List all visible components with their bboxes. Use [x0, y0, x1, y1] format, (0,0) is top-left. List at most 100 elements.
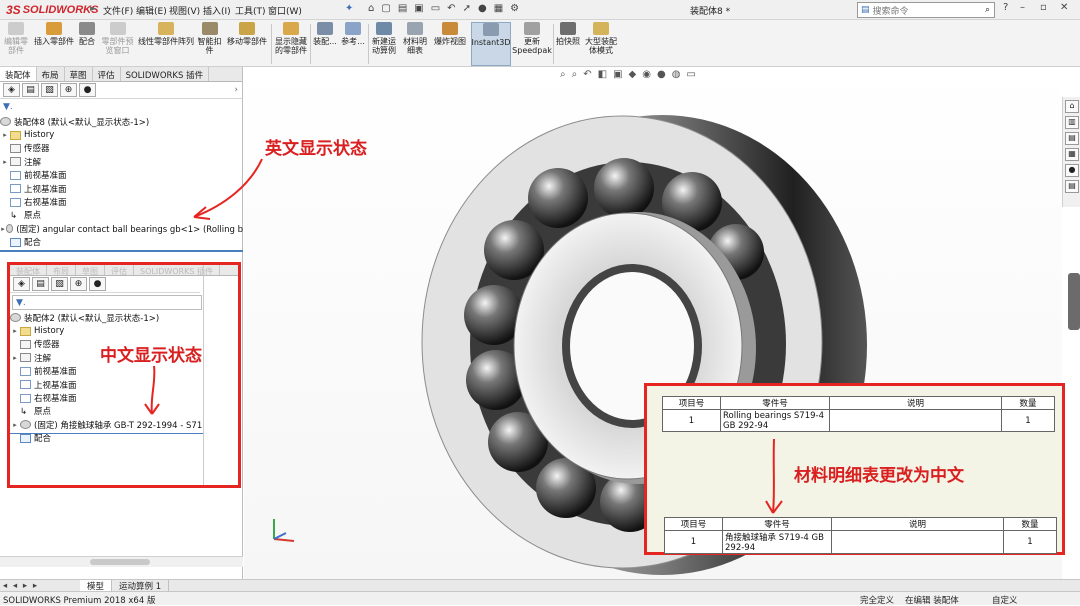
tree-item-history[interactable]: ▸ History — [0, 128, 243, 141]
solidworks-logo[interactable]: 3S SOLIDWORKS — [6, 2, 98, 18]
next-tab-icon[interactable]: ▸ — [20, 581, 30, 591]
display-manager-icon[interactable]: ● — [89, 277, 106, 291]
close-button[interactable]: ✕ — [1060, 2, 1068, 13]
last-tab-icon[interactable]: ▸ — [30, 581, 40, 591]
reference-geometry-button[interactable]: 参考... — [340, 22, 366, 66]
new-icon[interactable]: ▢ — [381, 3, 390, 14]
linear-pattern-button[interactable]: 线性零部件阵列 — [137, 22, 195, 66]
bill-of-materials-button[interactable]: 材料明 细表 — [401, 22, 429, 66]
expand-arrow-icon[interactable]: › — [234, 85, 238, 95]
new-motion-study-button[interactable]: 新建运 动算例 — [370, 22, 398, 66]
tab-assembly[interactable]: 装配体 — [0, 67, 37, 81]
view-settings-icon[interactable]: ▭ — [686, 69, 695, 80]
tree-root[interactable]: 装配体8 (默认<默认_显示状态-1>) — [0, 115, 243, 128]
menu-tools[interactable]: 工具(T) — [235, 4, 266, 17]
expand-icon[interactable]: ▸ — [10, 354, 20, 362]
assembly-features-button[interactable]: 装配... — [312, 22, 338, 66]
feature-manager-icon[interactable]: ◈ — [3, 83, 20, 97]
tab-motion-study[interactable]: 运动算例 1 — [112, 579, 170, 592]
file-properties-icon[interactable]: ▦ — [494, 3, 503, 14]
tree-item-sensors[interactable]: 传感器 — [0, 142, 243, 155]
rebuild-icon[interactable]: ● — [478, 3, 487, 14]
property-manager-icon[interactable]: ▤ — [22, 83, 39, 97]
large-assembly-mode-button[interactable]: 大型装配 体模式 — [583, 22, 619, 66]
section-view-icon[interactable]: ◧ — [598, 69, 607, 80]
first-tab-icon[interactable]: ◂ — [0, 581, 10, 591]
menu-window[interactable]: 窗口(W) — [268, 4, 302, 17]
open-icon[interactable]: ▤ — [398, 3, 407, 14]
expand-icon[interactable]: ▸ — [0, 158, 10, 166]
status-units[interactable]: 自定义 — [992, 594, 1018, 606]
bom-table-chinese[interactable]: 项目号 零件号 说明 数量 1 角接触球轴承 S719-4 GB 292-94 … — [664, 517, 1057, 554]
tree-filter[interactable]: ▼. — [0, 99, 242, 114]
tab-model[interactable]: 模型 — [80, 579, 113, 592]
show-hidden-components-button[interactable]: 显示隐藏 的零部件 — [274, 22, 308, 66]
scroll-thumb[interactable] — [90, 559, 150, 565]
custom-properties-icon[interactable]: ▤ — [1065, 180, 1079, 193]
previous-view-icon[interactable]: ↶ — [583, 69, 591, 80]
tree-split-divider[interactable] — [0, 250, 243, 252]
exploded-view-button[interactable]: 爆炸视图 — [431, 22, 469, 66]
select-icon[interactable]: ➚ — [463, 3, 471, 14]
tree-filter[interactable]: ▼. — [12, 295, 202, 310]
smart-fasteners-button[interactable]: 智能扣 件 — [197, 22, 222, 66]
view-orientation-icon[interactable]: ▣ — [613, 69, 622, 80]
task-pane-handle[interactable] — [1068, 273, 1080, 330]
expand-icon[interactable]: ▸ — [10, 327, 20, 335]
view-palette-icon[interactable]: ▦ — [1065, 148, 1079, 161]
file-explorer-icon[interactable]: ▤ — [1065, 132, 1079, 145]
horizontal-scrollbar[interactable] — [0, 556, 243, 567]
tab-sketch[interactable]: 草图 — [65, 67, 93, 81]
dimxpert-icon[interactable]: ⊕ — [70, 277, 87, 291]
home-icon[interactable]: ⌂ — [1065, 100, 1079, 113]
tab-evaluate[interactable]: 评估 — [93, 67, 121, 81]
bom-table-english[interactable]: 项目号 零件号 说明 数量 1 Rolling bearings S719-4 … — [662, 396, 1055, 432]
save-icon[interactable]: ▣ — [414, 3, 423, 14]
tab-addins[interactable]: SOLIDWORKS 插件 — [121, 67, 210, 81]
zoom-to-fit-icon[interactable]: ⌕ — [560, 69, 566, 80]
hide-show-items-icon[interactable]: ◉ — [642, 69, 651, 80]
display-manager-icon[interactable]: ● — [79, 83, 96, 97]
menu-expand-icon[interactable]: ► — [90, 4, 97, 14]
expand-icon[interactable]: ▸ — [10, 421, 20, 429]
prev-tab-icon[interactable]: ◂ — [10, 581, 20, 591]
component-preview-button[interactable]: 零部件预 览窗口 — [101, 22, 134, 66]
minimize-button[interactable]: – — [1020, 2, 1025, 13]
edit-appearance-icon[interactable]: ● — [657, 69, 666, 80]
search-commands-field[interactable]: ▤ 搜索命令 ⌕ — [857, 2, 995, 18]
instant3d-button[interactable]: Instant3D — [471, 22, 511, 66]
configuration-manager-icon[interactable]: ▧ — [41, 83, 58, 97]
menu-edit[interactable]: 编辑(E) — [136, 4, 167, 17]
display-style-icon[interactable]: ◆ — [629, 69, 637, 80]
zoom-to-area-icon[interactable]: ⌕ — [572, 69, 578, 80]
tab-assembly[interactable]: 装配体 — [10, 265, 47, 276]
appearances-icon[interactable]: ● — [1065, 164, 1079, 177]
feature-manager-icon[interactable]: ◈ — [13, 277, 30, 291]
mate-button[interactable]: 配合 — [77, 22, 97, 66]
configuration-manager-icon[interactable]: ▧ — [51, 277, 68, 291]
insert-component-button[interactable]: 插入零部件 — [33, 22, 75, 66]
menu-insert[interactable]: 插入(I) — [203, 4, 231, 17]
tab-sketch[interactable]: 草图 — [76, 265, 105, 276]
restore-button[interactable]: ▫ — [1040, 2, 1047, 13]
search-icon[interactable]: ⌕ — [985, 5, 990, 15]
edit-component-button[interactable]: 编辑零 部件 — [3, 22, 29, 66]
take-snapshot-button[interactable]: 拍快照 — [555, 22, 581, 66]
help-icon[interactable]: ? — [1003, 2, 1008, 13]
tab-layout[interactable]: 布局 — [47, 265, 76, 276]
update-speedpak-button[interactable]: 更新 Speedpak — [512, 22, 552, 66]
pin-icon[interactable]: ✦ — [345, 3, 353, 14]
tree-item-mates[interactable]: 配合 — [0, 236, 243, 249]
dimxpert-icon[interactable]: ⊕ — [60, 83, 77, 97]
undo-icon[interactable]: ↶ — [447, 3, 455, 14]
print-icon[interactable]: ▭ — [431, 3, 440, 14]
apply-scene-icon[interactable]: ◍ — [672, 69, 681, 80]
design-library-icon[interactable]: ▥ — [1065, 116, 1079, 129]
move-component-button[interactable]: 移动零部件 — [226, 22, 268, 66]
expand-icon[interactable]: ▸ — [0, 131, 10, 139]
home-icon[interactable]: ⌂ — [368, 3, 374, 14]
property-manager-icon[interactable]: ▤ — [32, 277, 49, 291]
tab-evaluate[interactable]: 评估 — [105, 265, 134, 276]
menu-file[interactable]: 文件(F) — [103, 4, 133, 17]
menu-view[interactable]: 视图(V) — [169, 4, 200, 17]
